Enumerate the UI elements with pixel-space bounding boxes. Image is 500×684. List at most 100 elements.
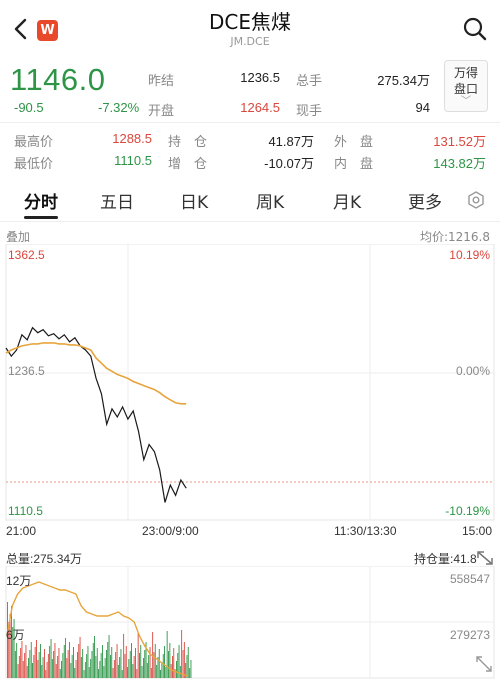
volume-bar (55, 664, 57, 678)
volume-bars (7, 602, 192, 678)
volume-bar (149, 647, 151, 678)
page-title: DCE焦煤 (208, 10, 291, 34)
volume-bar (16, 643, 18, 678)
total-volume-chart-label: 总量:275.34万 (6, 552, 83, 566)
search-button[interactable] (462, 16, 488, 42)
wind-orderbook-button[interactable]: 万得 盘口 ﹀ (444, 60, 488, 112)
intraday-chart-svg (5, 244, 495, 521)
high-label: 最高价 (14, 135, 54, 150)
volume-bar (88, 667, 90, 678)
position-chg-label: 增 仓 (168, 157, 208, 172)
intraday-chart[interactable]: 1362.5 1236.5 1110.5 10.19% 0.00% -10.19… (0, 244, 500, 544)
volume-bar (47, 654, 49, 678)
inner-value: 143.82万 (433, 156, 486, 171)
volume-bar (165, 667, 167, 678)
tab-more[interactable]: 更多 (408, 188, 442, 213)
volume-bar (49, 646, 51, 678)
volume-bar (140, 645, 142, 678)
outer-value: 131.52万 (433, 134, 486, 149)
price-change: -90.5 (14, 100, 44, 115)
current-volume-label: 现手 (296, 104, 323, 119)
volume-bar (169, 643, 171, 678)
high-value: 1288.5 (112, 131, 152, 146)
tab-five-day[interactable]: 五日 (100, 188, 134, 213)
volume-bar (51, 659, 53, 678)
tab-monthly-k[interactable]: 月K (333, 188, 361, 213)
volume-bar (125, 646, 127, 678)
volume-bar (113, 660, 115, 678)
volume-bar (144, 650, 146, 678)
prev-settle-label: 昨结 (148, 74, 175, 89)
volume-bar (120, 649, 122, 678)
volume-bar (100, 653, 102, 678)
volume-bar (57, 656, 59, 678)
volume-bar (58, 648, 60, 678)
volume-bar (67, 650, 69, 678)
search-icon (463, 17, 487, 41)
vol-y-mid-left: 6万 (6, 628, 25, 642)
x-tick-1: 23:00/9:00 (142, 524, 199, 538)
volume-bar (25, 645, 27, 678)
overlay-button[interactable]: 叠加 (6, 228, 30, 245)
volume-bar (78, 644, 80, 678)
volume-bar (98, 669, 99, 678)
volume-bar (181, 630, 183, 678)
wind-button-line1: 万得 (453, 66, 478, 80)
volume-bar (119, 657, 121, 678)
volume-bar (65, 638, 66, 678)
chart-settings-button[interactable] (466, 190, 486, 210)
volume-bar (29, 650, 31, 678)
position-chart-label: 持仓量:41.8 (414, 552, 477, 566)
volume-bar (69, 642, 70, 678)
volume-bar (112, 668, 114, 678)
tab-intraday[interactable]: 分时 (24, 188, 58, 213)
volume-bar (94, 636, 95, 678)
volume-bar (133, 656, 135, 678)
volume-bar (30, 642, 32, 678)
volume-bar (42, 657, 44, 678)
expand-button[interactable] (474, 548, 496, 568)
volume-bar (75, 660, 77, 678)
volume-bar (189, 668, 191, 678)
volume-bar (18, 656, 20, 678)
volume-bar (26, 666, 28, 678)
volume-bar (108, 635, 110, 678)
series-group (5, 326, 187, 503)
y-axis-mid-label: 1236.5 (8, 364, 45, 378)
volume-panel: 总量:275.34万 持仓量:41.8 12万 6万 558547 279273 (0, 548, 500, 684)
volume-bar (116, 644, 118, 678)
volume-bar (111, 647, 113, 678)
low-value: 1110.5 (114, 153, 152, 168)
volume-bar (71, 655, 73, 678)
fullscreen-button[interactable] (474, 654, 494, 674)
volume-chart-svg (5, 566, 495, 679)
volume-bar (70, 663, 72, 678)
chevron-down-icon: ﹀ (461, 96, 471, 107)
pct-axis-mid-label: 0.00% (455, 364, 490, 378)
volume-bar (162, 654, 164, 678)
volume-bar (73, 647, 74, 678)
volume-bar (183, 642, 185, 678)
volume-bar (166, 631, 168, 678)
volume-bar (156, 665, 158, 678)
wind-button-line2: 盘口 (453, 82, 478, 96)
volume-bar (103, 666, 105, 678)
volume-bar (41, 665, 43, 678)
price-line (5, 326, 187, 503)
volume-bar (34, 647, 36, 678)
price-change-pct: -7.32% (98, 100, 140, 115)
x-tick-0: 21:00 (6, 524, 37, 538)
volume-bar (154, 644, 156, 678)
volume-bar (139, 653, 140, 678)
volume-bar (53, 651, 55, 678)
active-tab-indicator (24, 216, 58, 219)
volume-bar (33, 655, 35, 678)
vol-y-top-right: 558547 (449, 572, 490, 586)
volume-bar (54, 643, 56, 678)
current-volume-value: 94 (415, 100, 430, 115)
pct-axis-bottom-label: -10.19% (445, 504, 490, 518)
tab-weekly-k[interactable]: 周K (256, 188, 284, 213)
tab-daily-k[interactable]: 日K (180, 188, 208, 213)
volume-bar (83, 670, 85, 678)
volume-bar (62, 653, 64, 678)
